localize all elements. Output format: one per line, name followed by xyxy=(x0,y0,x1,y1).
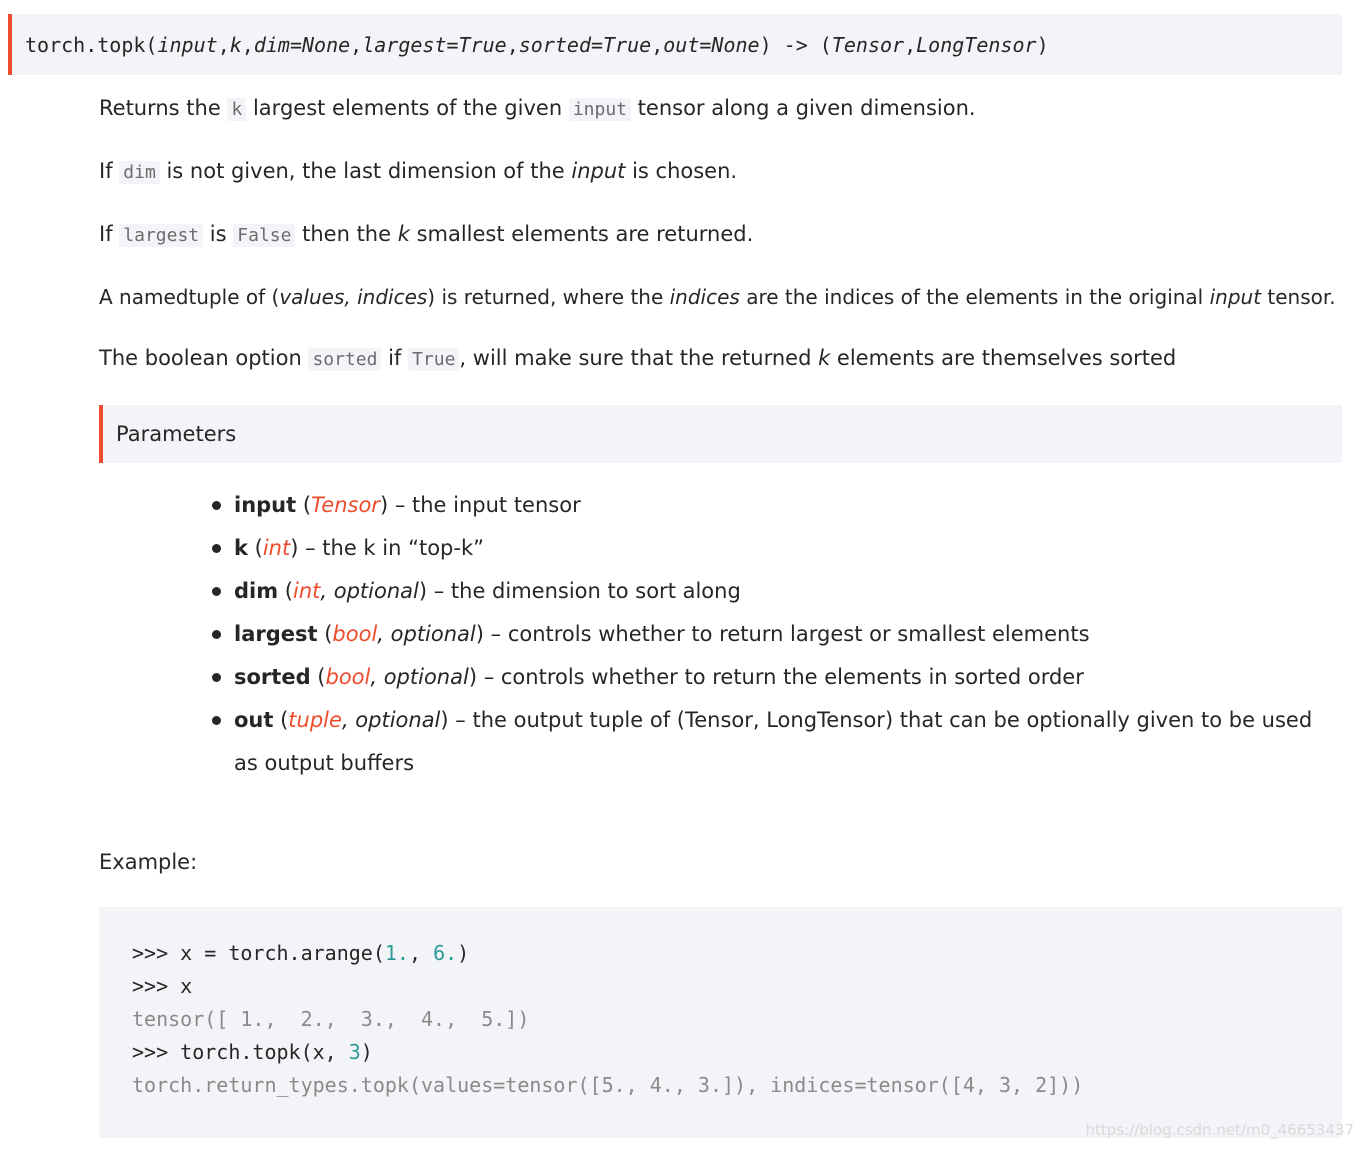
parameter-item: dim (int, optional) – the dimension to s… xyxy=(212,570,1342,613)
description-paragraph: If largest is False then the k smallest … xyxy=(99,222,754,247)
parameter-item: input (Tensor) – the input tensor xyxy=(212,484,1342,527)
sig-param: out=None xyxy=(663,32,760,57)
code-line: >>> x = torch.arange(1., 6.) xyxy=(132,941,470,965)
type-link[interactable]: bool xyxy=(332,622,377,646)
function-signature: torch.topk(input, k, dim=None, largest=T… xyxy=(8,14,1342,75)
watermark: https://blog.csdn.net/m0_46653437 xyxy=(1085,1121,1354,1139)
parameter-list: input (Tensor) – the input tensor k (int… xyxy=(212,484,1342,785)
sig-param: largest=True xyxy=(362,32,507,57)
code-example: >>> x = torch.arange(1., 6.) >>> x tenso… xyxy=(99,907,1342,1138)
description-paragraph: If dim is not given, the last dimension … xyxy=(99,159,738,184)
sig-param: input xyxy=(157,32,218,57)
sig-return: Tensor xyxy=(831,32,905,57)
parameter-item: k (int) – the k in “top-k” xyxy=(212,527,1342,570)
type-link[interactable]: int xyxy=(263,536,290,560)
code-line: >>> torch.topk(x, 3) xyxy=(132,1040,373,1064)
type-link[interactable]: Tensor xyxy=(311,493,380,517)
sig-return: LongTensor xyxy=(916,32,1037,57)
parameters-heading: Parameters xyxy=(99,405,1342,463)
type-link[interactable]: bool xyxy=(325,665,370,689)
sig-param: sorted=True xyxy=(518,32,652,57)
code-output-line: torch.return_types.topk(values=tensor([5… xyxy=(132,1073,1084,1097)
description-paragraph: The boolean option sorted if True, will … xyxy=(99,346,1177,371)
type-link[interactable]: tuple xyxy=(288,708,342,732)
parameter-item: sorted (bool, optional) – controls wheth… xyxy=(212,656,1342,699)
description-paragraph: Returns the k largest elements of the gi… xyxy=(99,96,976,121)
sig-param: dim=None xyxy=(253,32,351,57)
parameter-item: largest (bool, optional) – controls whet… xyxy=(212,613,1342,656)
parameter-item: out (tuple, optional) – the output tuple… xyxy=(212,699,1342,785)
sig-param: k xyxy=(229,32,242,57)
description-paragraph: A namedtuple of (values, indices) is ret… xyxy=(99,285,1336,309)
example-label: Example: xyxy=(99,850,198,874)
code-line: >>> x xyxy=(132,974,193,998)
type-link[interactable]: int xyxy=(293,579,320,603)
signature-func: torch.topk xyxy=(25,32,146,57)
code-output-line: tensor([ 1., 2., 3., 4., 5.]) xyxy=(132,1007,530,1031)
